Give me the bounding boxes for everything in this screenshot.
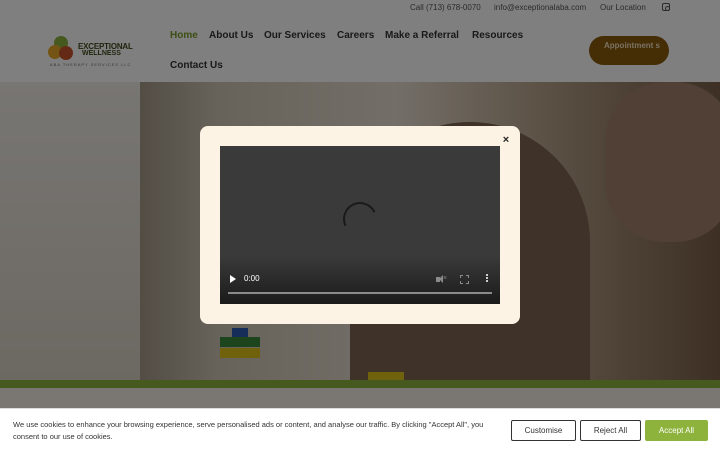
play-icon[interactable] bbox=[230, 275, 236, 283]
customise-button[interactable]: Customise bbox=[511, 420, 576, 441]
cookie-text: We use cookies to enhance your browsing … bbox=[13, 420, 484, 441]
video-progress-bar[interactable] bbox=[228, 292, 492, 294]
accept-all-button[interactable]: Accept All bbox=[645, 420, 708, 441]
video-modal: × 0:00 × bbox=[200, 126, 520, 324]
mute-icon[interactable]: × bbox=[436, 275, 447, 284]
video-time: 0:00 bbox=[244, 274, 260, 283]
close-icon[interactable]: × bbox=[500, 134, 512, 146]
cookie-banner: We use cookies to enhance your browsing … bbox=[0, 408, 720, 450]
reject-all-button[interactable]: Reject All bbox=[580, 420, 641, 441]
fullscreen-icon[interactable] bbox=[460, 275, 469, 284]
loading-spinner-icon bbox=[338, 197, 382, 241]
video-player[interactable]: 0:00 × bbox=[220, 146, 500, 304]
more-options-icon[interactable] bbox=[484, 273, 490, 285]
